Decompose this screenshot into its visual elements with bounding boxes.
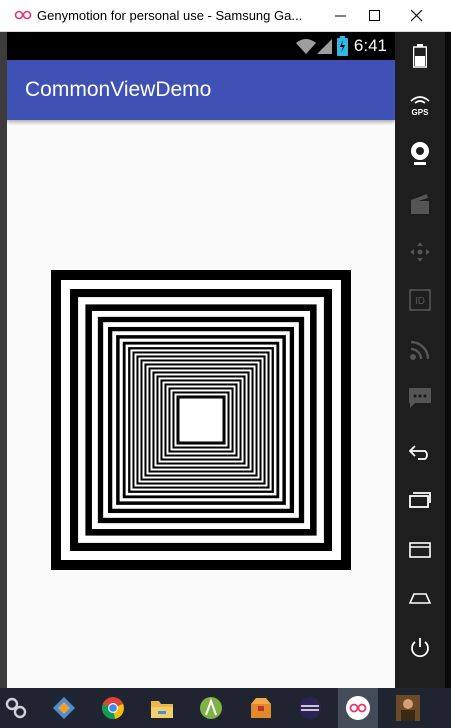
power-icon: [411, 638, 429, 658]
capture-widget-button[interactable]: [404, 188, 436, 220]
wifi-icon: [296, 39, 316, 54]
back-button[interactable]: [404, 436, 436, 468]
maximize-icon: [369, 10, 380, 21]
explorer-icon: [151, 701, 173, 718]
id-icon: ID: [409, 289, 431, 311]
svg-text:ID: ID: [415, 296, 425, 307]
taskbar-genymotion[interactable]: [338, 688, 378, 728]
status-time: 6:41: [353, 36, 387, 55]
app-title: CommonViewDemo: [25, 78, 212, 101]
taskbar-git[interactable]: [50, 694, 78, 722]
maximize-button[interactable]: [353, 0, 397, 32]
sms-icon: [409, 388, 431, 408]
taskbar-eclipse[interactable]: [296, 694, 324, 722]
left-border: [0, 32, 7, 688]
power-button[interactable]: [404, 632, 436, 664]
minimize-icon: [335, 15, 346, 17]
sms-widget-button[interactable]: [404, 382, 436, 414]
app-bar: CommonViewDemo: [7, 60, 395, 120]
taskbar-package[interactable]: [247, 694, 275, 722]
status-bar: 6:41: [7, 32, 395, 60]
genymotion-logo-icon: [14, 10, 32, 20]
cast-widget-button[interactable]: [404, 334, 436, 366]
taskbar-android-studio[interactable]: [197, 694, 225, 722]
genymotion-icon: [346, 696, 370, 720]
battery-icon: [413, 44, 427, 68]
start-icon: [5, 697, 27, 719]
clapperboard-icon: [411, 194, 429, 214]
taskbar-user[interactable]: [394, 694, 422, 722]
close-button[interactable]: [395, 0, 439, 32]
id-widget-button[interactable]: ID: [404, 284, 436, 316]
window-titlebar: Genymotion for personal use - Samsung Ga…: [0, 0, 451, 32]
dpad-icon: [410, 242, 430, 262]
svg-text:GPS: GPS: [412, 108, 430, 117]
back-icon: [408, 445, 428, 460]
concentric-squares-view: [51, 270, 351, 570]
webcam-widget-button[interactable]: [404, 138, 436, 170]
chrome-icon: [102, 697, 124, 720]
menu-icon: [409, 542, 431, 558]
device-screen[interactable]: 6:41 CommonViewDemo: [7, 32, 395, 688]
recent-apps-icon: [409, 492, 431, 508]
taskbar-explorer[interactable]: [148, 694, 176, 722]
home-button[interactable]: [404, 582, 436, 614]
genymotion-sidebar: GPS ID: [395, 32, 445, 688]
window-title: Genymotion for personal use - Samsung Ga…: [37, 8, 303, 23]
right-border: [445, 32, 451, 688]
home-icon: [408, 593, 432, 604]
taskbar-start[interactable]: [2, 694, 30, 722]
gps-widget-button[interactable]: GPS: [404, 90, 436, 122]
git-icon: [53, 697, 75, 719]
close-icon: [411, 10, 423, 22]
package-icon: [251, 698, 271, 718]
battery-widget-button[interactable]: [404, 40, 436, 72]
square-center: [178, 397, 224, 443]
menu-button[interactable]: [404, 534, 436, 566]
user-photo-icon: [396, 695, 420, 721]
battery-charging-icon: [337, 36, 348, 56]
eclipse-icon: [299, 697, 321, 719]
recent-apps-button[interactable]: [404, 484, 436, 516]
android-studio-icon: [200, 697, 222, 719]
signal-icon: [317, 39, 332, 54]
taskbar-chrome[interactable]: [99, 694, 127, 722]
cast-icon: [410, 340, 430, 360]
dpad-widget-button[interactable]: [404, 236, 436, 268]
webcam-icon: [411, 142, 429, 165]
gps-icon: GPS: [410, 96, 430, 117]
windows-taskbar: [0, 688, 451, 728]
